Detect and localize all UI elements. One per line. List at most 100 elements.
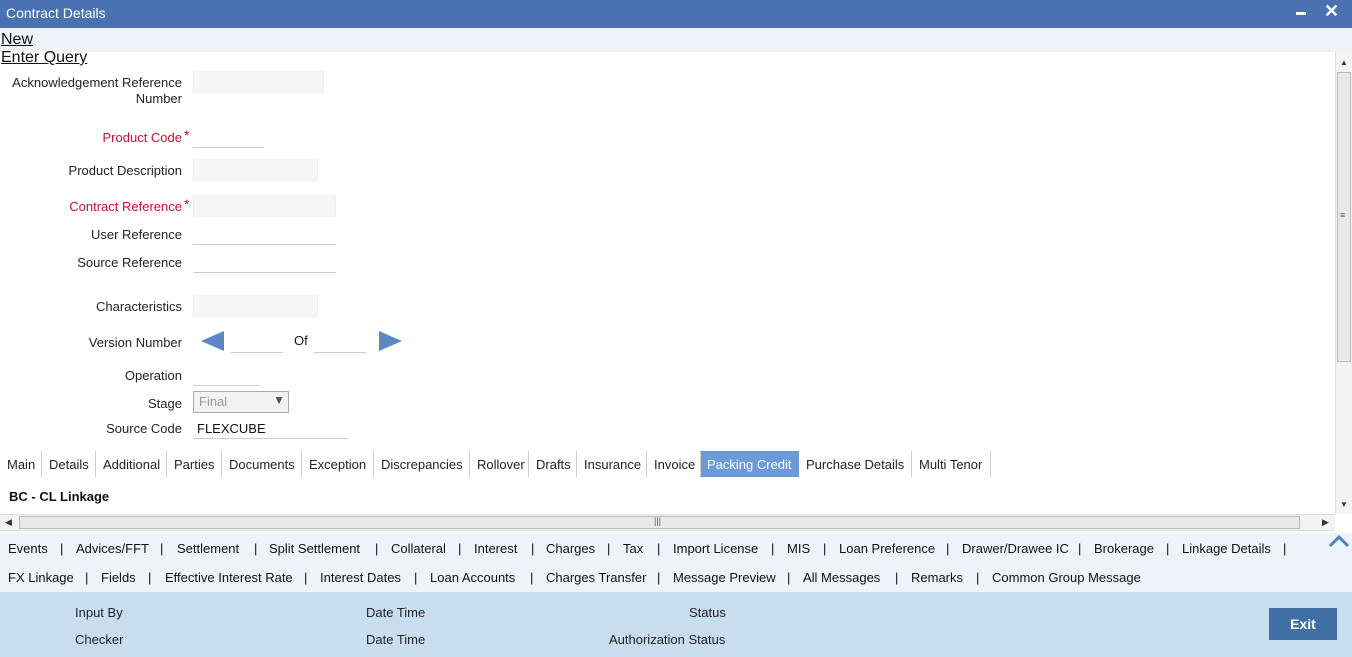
user-reference-input[interactable]: [193, 223, 336, 245]
source-reference-label: Source Reference: [77, 255, 182, 270]
scroll-left-icon[interactable]: ◀: [5, 517, 12, 528]
link-mis[interactable]: MIS: [787, 541, 810, 556]
operation-input[interactable]: [193, 364, 259, 386]
product-description-input[interactable]: [193, 159, 318, 181]
grip-icon: ≡: [1340, 210, 1346, 220]
link-drawer-drawee-ic[interactable]: Drawer/Drawee IC: [962, 541, 1069, 556]
next-version-icon[interactable]: [379, 331, 402, 351]
separator: |: [895, 570, 899, 585]
link-settlement[interactable]: Settlement: [177, 541, 239, 556]
separator: |: [657, 570, 661, 585]
tab-parties[interactable]: Parties: [167, 451, 222, 477]
new-link[interactable]: New: [1, 31, 33, 49]
input-by-label: Input By: [75, 605, 123, 620]
ack-ref-input[interactable]: [193, 71, 324, 93]
separator: |: [1283, 541, 1287, 556]
separator: |: [946, 541, 950, 556]
contract-reference-input[interactable]: [193, 195, 336, 217]
tab-main[interactable]: Main: [0, 451, 42, 477]
link-linkage-details[interactable]: Linkage Details: [1182, 541, 1271, 556]
tab-multi-tenor[interactable]: Multi Tenor: [912, 451, 991, 477]
tab-insurance[interactable]: Insurance: [577, 451, 647, 477]
required-mark: *: [184, 196, 190, 212]
tab-invoice[interactable]: Invoice: [647, 451, 701, 477]
separator: |: [771, 541, 775, 556]
tab-details[interactable]: Details: [42, 451, 96, 477]
link-loan-preference[interactable]: Loan Preference: [839, 541, 935, 556]
separator: |: [375, 541, 379, 556]
tab-discrepancies[interactable]: Discrepancies: [374, 451, 470, 477]
product-code-input[interactable]: [193, 126, 264, 148]
status-label: Status: [689, 605, 726, 620]
separator: |: [530, 570, 534, 585]
tab-additional[interactable]: Additional: [96, 451, 167, 477]
audit-footer: Input By Date Time Status Checker Date T…: [0, 592, 1352, 657]
version-number-label: Version Number: [88, 335, 182, 350]
link-brokerage[interactable]: Brokerage: [1094, 541, 1154, 556]
separator: |: [1078, 541, 1082, 556]
toolbar-area: [0, 28, 1352, 52]
user-reference-label: User Reference: [90, 227, 182, 242]
chevron-up-icon[interactable]: [1327, 533, 1351, 549]
exit-button[interactable]: Exit: [1269, 608, 1337, 640]
tab-documents[interactable]: Documents: [222, 451, 302, 477]
separator: |: [85, 570, 89, 585]
tab-drafts[interactable]: Drafts: [529, 451, 577, 477]
link-events[interactable]: Events: [8, 541, 48, 556]
chevron-down-icon: ▼: [273, 393, 285, 407]
link-remarks[interactable]: Remarks: [911, 570, 963, 585]
separator: |: [414, 570, 418, 585]
link-charges[interactable]: Charges: [546, 541, 595, 556]
tab-exception[interactable]: Exception: [302, 451, 374, 477]
link-message-preview[interactable]: Message Preview: [673, 570, 776, 585]
separator: |: [458, 541, 462, 556]
separator: |: [304, 570, 308, 585]
separator: |: [531, 541, 535, 556]
contract-reference-label: Contract Reference: [69, 199, 182, 214]
link-effective-interest-rate[interactable]: Effective Interest Rate: [165, 570, 293, 585]
link-charges-transfer[interactable]: Charges Transfer: [546, 570, 646, 585]
tab-packing-credit[interactable]: Packing Credit: [701, 451, 799, 477]
stage-select[interactable]: Final ▼: [193, 391, 289, 413]
checker-label: Checker: [75, 632, 124, 647]
vertical-scrollbar[interactable]: ▲ ≡ ▼: [1335, 52, 1352, 514]
scroll-right-icon[interactable]: ▶: [1322, 517, 1329, 528]
close-icon[interactable]: ✕: [1324, 1, 1339, 21]
previous-version-icon[interactable]: [201, 331, 224, 351]
tab-rollover[interactable]: Rollover: [470, 451, 529, 477]
link-fx-linkage[interactable]: FX Linkage: [8, 570, 74, 585]
link-loan-accounts[interactable]: Loan Accounts: [430, 570, 515, 585]
separator: |: [148, 570, 152, 585]
stage-label: Stage: [148, 396, 182, 411]
link-common-group-message[interactable]: Common Group Message: [992, 570, 1141, 585]
source-code-label: Source Code: [106, 421, 182, 436]
ack-ref-label-line1: Acknowledgement Reference: [12, 75, 182, 90]
version-total-input[interactable]: [314, 331, 366, 353]
link-tax[interactable]: Tax: [623, 541, 643, 556]
link-interest-dates[interactable]: Interest Dates: [320, 570, 401, 585]
horizontal-scrollbar[interactable]: ◀ ||| ▶: [0, 514, 1335, 531]
link-collateral[interactable]: Collateral: [391, 541, 446, 556]
link-all-messages[interactable]: All Messages: [803, 570, 880, 585]
link-interest[interactable]: Interest: [474, 541, 517, 556]
tab-bar: Main Details Additional Parties Document…: [0, 451, 1335, 477]
enter-query-link[interactable]: Enter Query: [1, 49, 87, 67]
separator: |: [787, 570, 791, 585]
scroll-down-icon[interactable]: ▼: [1340, 500, 1348, 509]
minimize-icon[interactable]: [1296, 12, 1306, 15]
characteristics-input[interactable]: [193, 295, 318, 317]
separator: |: [976, 570, 980, 585]
link-import-license[interactable]: Import License: [673, 541, 758, 556]
source-reference-input[interactable]: [193, 251, 336, 273]
title-bar: Contract Details ✕: [0, 0, 1352, 28]
tab-purchase-details[interactable]: Purchase Details: [799, 451, 912, 477]
link-fields[interactable]: Fields: [101, 570, 136, 585]
separator: |: [607, 541, 611, 556]
separator: |: [60, 541, 64, 556]
scroll-up-icon[interactable]: ▲: [1340, 58, 1348, 67]
source-code-value: FLEXCUBE: [197, 421, 266, 436]
product-description-label: Product Description: [68, 163, 182, 178]
version-number-input[interactable]: [231, 331, 283, 353]
link-advices-fft[interactable]: Advices/FFT: [76, 541, 149, 556]
link-split-settlement[interactable]: Split Settlement: [269, 541, 360, 556]
